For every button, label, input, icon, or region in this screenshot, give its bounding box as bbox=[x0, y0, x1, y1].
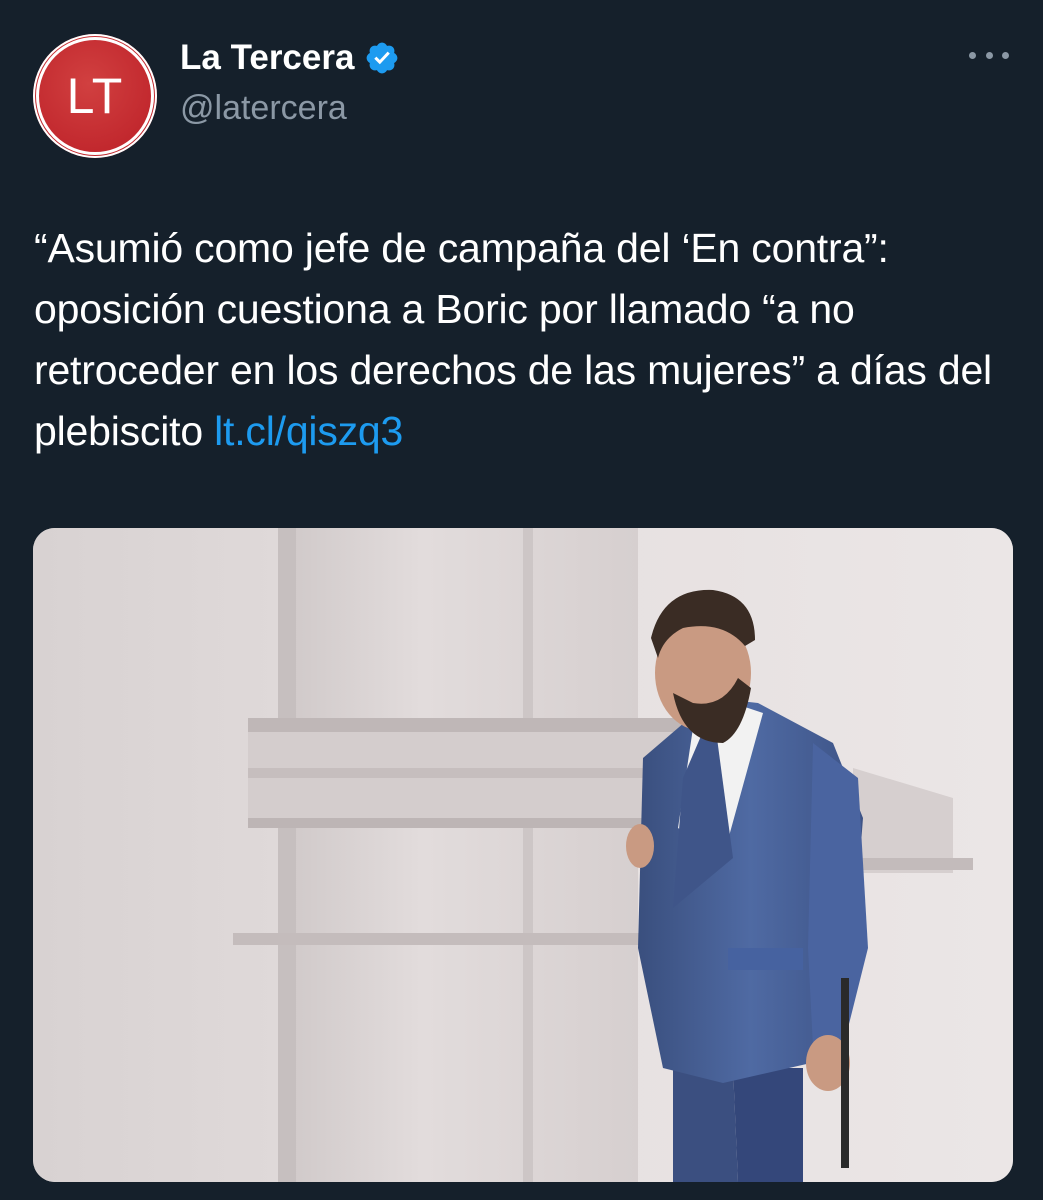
handle[interactable]: @latercera bbox=[180, 88, 347, 128]
verified-badge-icon bbox=[367, 42, 398, 74]
tweet-text: “Asumió como jefe de campaña del ‘En con… bbox=[34, 218, 1024, 462]
avatar[interactable]: LT bbox=[33, 34, 157, 158]
tweet-photo[interactable] bbox=[33, 528, 1013, 1182]
more-dot bbox=[969, 51, 976, 59]
more-options-icon[interactable] bbox=[969, 40, 1009, 70]
avatar-ring bbox=[36, 37, 154, 155]
display-name-row: La Tercera bbox=[180, 38, 400, 78]
tweet-body: “Asumió como jefe de campaña del ‘En con… bbox=[34, 225, 992, 454]
tweet-card: LT La Tercera @latercera “Asumió como je… bbox=[0, 0, 1043, 1200]
more-dot bbox=[985, 51, 993, 59]
tweet-link[interactable]: lt.cl/qiszq3 bbox=[214, 408, 403, 454]
photo-illustration bbox=[33, 528, 1013, 1182]
display-name[interactable]: La Tercera bbox=[180, 38, 354, 78]
more-dot bbox=[1002, 51, 1009, 59]
